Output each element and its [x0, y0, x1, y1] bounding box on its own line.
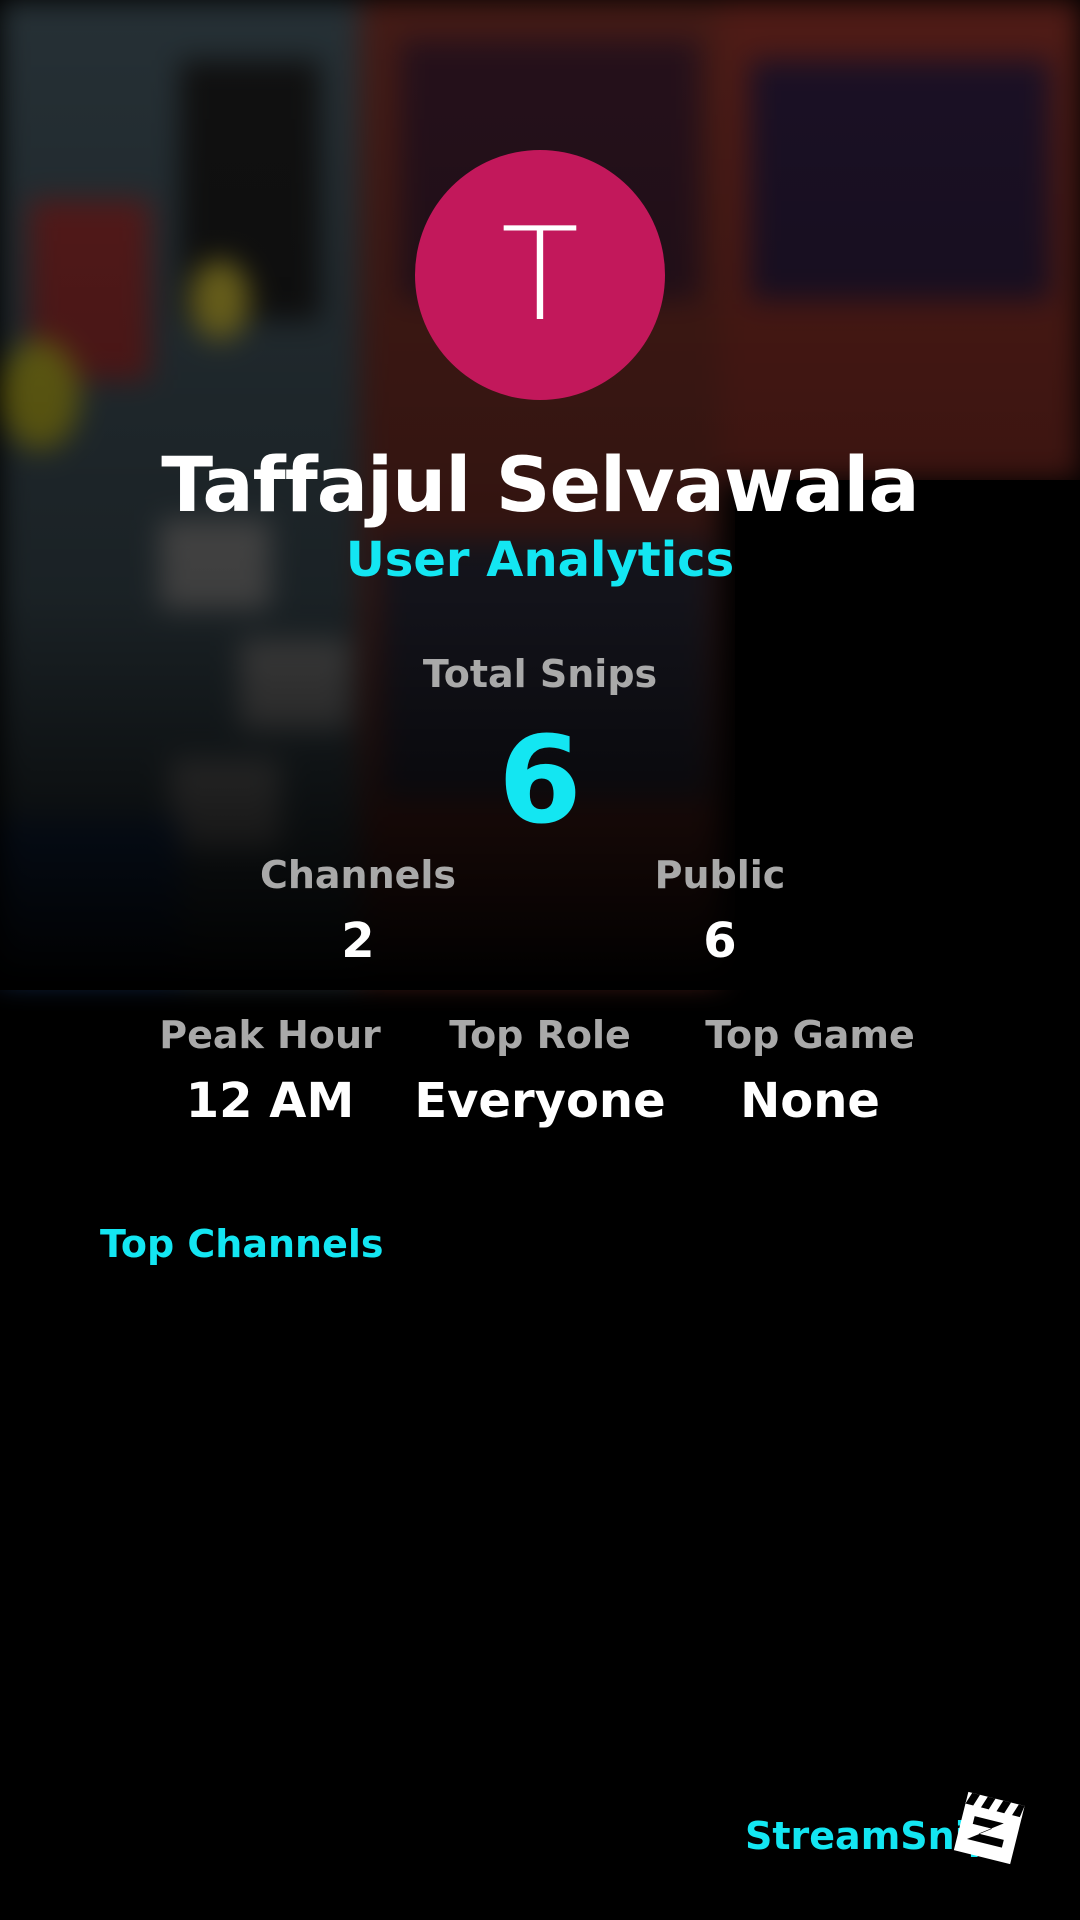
- top-channels-heading: Top Channels: [100, 1222, 384, 1266]
- top-game-label: Top Game: [705, 1013, 915, 1057]
- avatar-initial: T: [500, 200, 580, 350]
- channels-value: 2: [341, 913, 375, 969]
- avatar: T: [415, 150, 665, 400]
- peak-hour-label: Peak Hour: [159, 1013, 381, 1057]
- page-subtitle: User Analytics: [345, 532, 735, 588]
- total-snips-label: Total Snips: [422, 652, 658, 696]
- top-role-value: Everyone: [414, 1073, 666, 1129]
- top-role-label: Top Role: [449, 1013, 631, 1057]
- user-name: Taffajul Selvawala: [161, 440, 919, 529]
- public-value: 6: [703, 913, 737, 969]
- clapperboard-icon: [953, 1791, 1025, 1865]
- channels-label: Channels: [259, 853, 457, 897]
- peak-hour-value: 12 AM: [185, 1073, 355, 1129]
- public-label: Public: [654, 853, 786, 897]
- top-game-value: None: [740, 1073, 880, 1129]
- total-snips-value: 6: [498, 712, 582, 851]
